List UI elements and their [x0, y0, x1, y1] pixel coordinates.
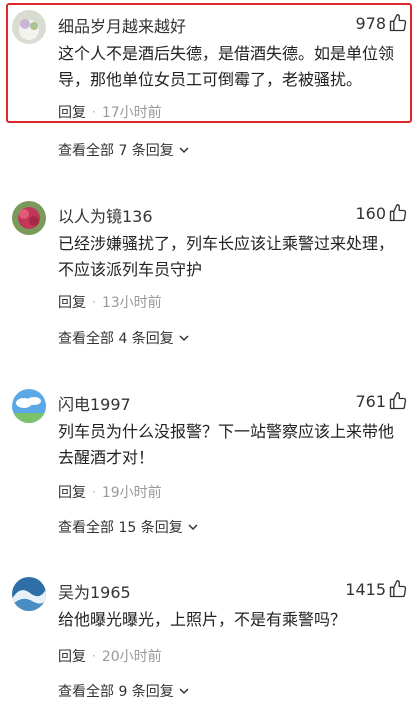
separator-dot: · [92, 295, 96, 309]
reply-button[interactable]: 回复 [58, 102, 86, 122]
username[interactable]: 细品岁月越来越好 [58, 13, 186, 37]
view-all-replies-label: 查看全部 7 条回复 [58, 143, 174, 159]
separator-dot: · [92, 649, 96, 663]
avatar-image [12, 389, 46, 423]
timestamp: 20小时前 [101, 649, 162, 665]
view-all-replies-button[interactable]: 查看全部 15 条回复 [58, 517, 199, 537]
avatar[interactable] [12, 577, 46, 611]
timestamp: 17小时前 [101, 105, 162, 121]
view-all-replies-label: 查看全部 4 条回复 [58, 331, 174, 347]
avatar[interactable] [12, 10, 46, 44]
avatar[interactable] [12, 201, 46, 235]
username[interactable]: 以人为镜136 [58, 203, 153, 227]
like-count: 1415 [345, 579, 386, 599]
username[interactable]: 吴为1965 [58, 579, 131, 603]
comment-meta: 回复 · 20小时前 [58, 646, 162, 666]
comment-meta: 回复 · 13小时前 [58, 292, 162, 312]
like-count: 761 [355, 391, 386, 411]
reply-button[interactable]: 回复 [58, 482, 86, 502]
avatar-image [12, 577, 46, 611]
timestamp: 13小时前 [101, 295, 162, 311]
reply-button[interactable]: 回复 [58, 292, 86, 312]
separator-dot: · [92, 485, 96, 499]
comment-text: 已经涉嫌骚扰了，列车长应该让乘警过来处理，不应该派列车员守护 [58, 234, 395, 279]
view-all-replies-label: 查看全部 9 条回复 [58, 684, 174, 700]
like-button[interactable]: 1415 [345, 579, 408, 599]
chevron-down-icon [179, 335, 189, 342]
like-button[interactable]: 160 [355, 203, 408, 223]
chevron-down-icon [179, 147, 189, 154]
chevron-down-icon [188, 524, 198, 531]
like-count: 978 [355, 13, 386, 33]
thumbs-up-icon [389, 580, 407, 598]
username[interactable]: 闪电1997 [58, 391, 131, 415]
timestamp: 19小时前 [101, 485, 162, 501]
view-all-replies-label: 查看全部 15 条回复 [58, 520, 183, 536]
thumbs-up-icon [389, 392, 407, 410]
thumbs-up-icon [389, 204, 407, 222]
separator-dot: · [92, 105, 96, 119]
reply-button[interactable]: 回复 [58, 646, 86, 666]
chevron-down-icon [179, 688, 189, 695]
like-button[interactable]: 978 [355, 13, 408, 33]
thumbs-up-icon [389, 14, 407, 32]
comment-meta: 回复 · 19小时前 [58, 482, 162, 502]
like-count: 160 [355, 203, 386, 223]
like-button[interactable]: 761 [355, 391, 408, 411]
view-all-replies-button[interactable]: 查看全部 9 条回复 [58, 681, 190, 701]
comment-text: 这个人不是酒后失德，是借酒失德。如是单位领导，那他单位女员工可倒霉了，老被骚扰。 [58, 44, 395, 89]
avatar-image [12, 10, 46, 44]
comment-text: 给他曝光曝光，上照片，不是有乘警吗？ [58, 610, 347, 629]
avatar[interactable] [12, 389, 46, 423]
comment-text: 列车员为什么没报警？下一站警察应该上来带他去醒酒才对！ [58, 422, 395, 467]
view-all-replies-button[interactable]: 查看全部 4 条回复 [58, 328, 190, 348]
comment-meta: 回复 · 17小时前 [58, 102, 162, 122]
view-all-replies-button[interactable]: 查看全部 7 条回复 [58, 140, 190, 160]
avatar-image [12, 201, 46, 235]
